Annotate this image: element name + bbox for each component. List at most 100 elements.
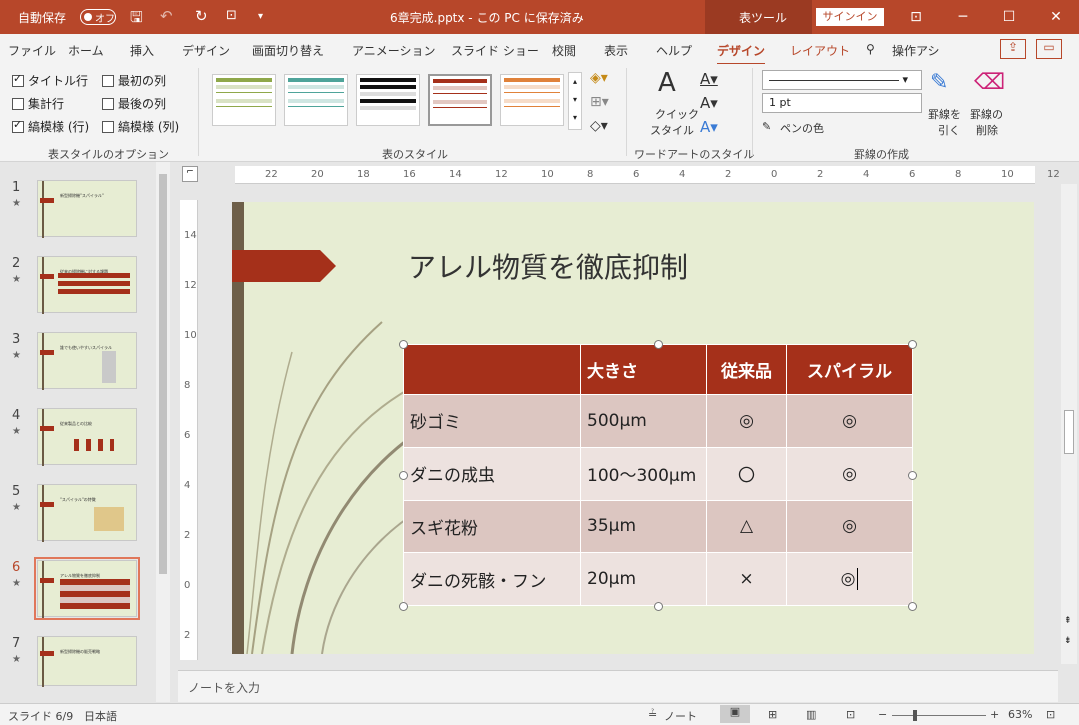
slide-thumbnail-5[interactable]: "スパイラル"の特徴 bbox=[37, 484, 137, 542]
pen-color-button[interactable]: ペンの色 bbox=[780, 120, 824, 136]
resize-handle[interactable] bbox=[908, 602, 917, 611]
close-button[interactable]: ✕ bbox=[1033, 0, 1079, 34]
total-row-checkbox[interactable]: 集計行 bbox=[12, 95, 64, 112]
header-row-checkbox[interactable]: タイトル行 bbox=[12, 72, 88, 89]
tab-design[interactable]: デザイン bbox=[182, 42, 230, 59]
eraser-label2[interactable]: 削除 bbox=[976, 122, 998, 138]
minimize-button[interactable]: ─ bbox=[940, 0, 986, 34]
comments-icon[interactable]: ▭ bbox=[1036, 39, 1062, 59]
notes-toggle[interactable]: ノート bbox=[664, 708, 697, 724]
table-cell[interactable]: 500μm bbox=[580, 394, 707, 448]
resize-handle[interactable] bbox=[399, 340, 408, 349]
pen-color-icon[interactable]: ✎ bbox=[762, 120, 771, 133]
slide-thumbnail-6[interactable]: アレル物質を徹底抑制 bbox=[34, 557, 140, 620]
table-cell[interactable]: △ bbox=[706, 499, 787, 554]
table-cell[interactable]: 砂ゴミ bbox=[403, 394, 581, 448]
zoom-out-icon[interactable]: − bbox=[878, 708, 887, 721]
slide-title[interactable]: アレル物質を徹底抑制 bbox=[408, 246, 688, 286]
borders-icon[interactable]: ⊞▾ bbox=[590, 94, 609, 110]
last-column-checkbox[interactable]: 最後の列 bbox=[102, 95, 166, 112]
table-style-olive[interactable] bbox=[212, 74, 276, 126]
resize-handle[interactable] bbox=[908, 340, 917, 349]
autosave-toggle[interactable]: オフ bbox=[80, 9, 116, 25]
qat-customize-icon[interactable]: ▾ bbox=[258, 11, 263, 22]
quick-style-label2[interactable]: スタイル bbox=[650, 122, 694, 138]
header-cell[interactable] bbox=[403, 344, 581, 395]
table-cell[interactable]: ◎ bbox=[786, 499, 913, 554]
maximize-button[interactable]: ☐ bbox=[986, 0, 1032, 34]
share-icon[interactable]: ⇪ bbox=[1000, 39, 1026, 59]
slide-scrollbar[interactable]: ⇞ ⇟ bbox=[1061, 184, 1077, 664]
tab-animations[interactable]: アニメーション bbox=[352, 42, 436, 59]
slide-thumbnail-7[interactable]: 新型掃除機の販売戦略 bbox=[37, 636, 137, 687]
fit-slide-icon[interactable]: ⊡ bbox=[1046, 708, 1055, 721]
table-cell[interactable]: 〇 bbox=[706, 446, 787, 501]
table-cell[interactable]: ◎ bbox=[786, 446, 913, 501]
tab-transitions[interactable]: 画面切り替え bbox=[252, 42, 324, 59]
table-cell[interactable]: ◎ bbox=[786, 394, 913, 448]
table-cell[interactable]: 20μm bbox=[580, 552, 707, 606]
notes-icon[interactable]: ≟ bbox=[648, 708, 657, 721]
table-cell[interactable]: ◎ bbox=[786, 552, 913, 606]
eraser-icon[interactable]: ⌫ bbox=[974, 70, 1005, 95]
header-cell[interactable]: スパイラル bbox=[786, 344, 913, 395]
tab-view[interactable]: 表示 bbox=[604, 42, 628, 59]
zoom-slider[interactable] bbox=[892, 715, 986, 716]
tab-table-layout[interactable]: レイアウト bbox=[790, 42, 850, 59]
shading-icon[interactable]: ◈▾ bbox=[590, 70, 608, 86]
tab-help[interactable]: ヘルプ bbox=[656, 42, 692, 59]
search-icon[interactable]: ⚲ bbox=[866, 42, 875, 56]
undo-icon[interactable]: ↶ bbox=[160, 7, 173, 25]
slide-thumbnail-4[interactable]: 従来製品との比較 bbox=[37, 408, 137, 466]
table-cell[interactable]: スギ花粉 bbox=[403, 499, 581, 554]
sorter-view-icon[interactable]: ⊞ bbox=[768, 708, 777, 721]
eraser-label1[interactable]: 罫線の bbox=[970, 106, 1003, 122]
resize-handle[interactable] bbox=[399, 602, 408, 611]
ribbon-display-icon[interactable]: ⊡ bbox=[893, 0, 939, 34]
pen-weight-dropdown[interactable]: 1 pt bbox=[762, 93, 922, 113]
scroll-thumb[interactable] bbox=[1064, 410, 1074, 454]
table-cell[interactable]: ◎ bbox=[706, 394, 787, 448]
tab-slideshow[interactable]: スライド ショー bbox=[451, 42, 539, 59]
table-cell[interactable]: ダニの死骸・フン bbox=[403, 552, 581, 606]
quick-style-icon[interactable]: A bbox=[658, 68, 676, 98]
ruler-corner[interactable]: ⌐ bbox=[182, 166, 198, 182]
slide-table[interactable]: 大きさ 従来品 スパイラル 砂ゴミ 500μm ◎ ◎ ダニの成虫 100〜30… bbox=[403, 344, 913, 606]
normal-view-icon[interactable]: ▣ bbox=[720, 705, 750, 723]
redo-icon[interactable]: ↻ bbox=[195, 7, 208, 25]
slide-thumbnail-1[interactable]: 新型掃除機"スパイラル" bbox=[37, 180, 137, 238]
table-style-teal[interactable] bbox=[284, 74, 348, 126]
resize-handle[interactable] bbox=[654, 602, 663, 611]
next-slide-icon[interactable]: ⇟ bbox=[1064, 636, 1072, 646]
signin-button[interactable]: サインイン bbox=[816, 8, 884, 26]
draw-table-label2[interactable]: 引く bbox=[938, 122, 960, 138]
horizontal-ruler[interactable]: 22 20 18 16 14 12 10 8 6 4 2 0 2 4 6 8 10 12 bbox=[235, 166, 1060, 184]
vertical-ruler[interactable]: 14 12 10 8 6 4 2 0 2 bbox=[180, 200, 198, 660]
slide-thumbnail-2[interactable]: 従来の掃除機に対する課題 bbox=[37, 256, 137, 314]
draw-table-label1[interactable]: 罫線を bbox=[928, 106, 961, 122]
zoom-in-icon[interactable]: + bbox=[990, 708, 999, 721]
gallery-scroll[interactable]: ▴ ▾ ▾ bbox=[568, 72, 582, 130]
header-cell[interactable]: 大きさ bbox=[580, 344, 707, 395]
tab-table-design[interactable]: デザイン bbox=[717, 42, 766, 65]
save-icon[interactable]: 🖫 bbox=[130, 7, 143, 32]
resize-handle[interactable] bbox=[399, 471, 408, 480]
table-cell[interactable]: 35μm bbox=[580, 499, 707, 554]
tell-me-search[interactable]: 操作アシ bbox=[892, 42, 940, 59]
prev-slide-icon[interactable]: ⇞ bbox=[1064, 616, 1072, 626]
table-cell[interactable]: 100〜300μm bbox=[580, 446, 707, 501]
thumbnail-scrollbar[interactable] bbox=[156, 162, 170, 702]
tab-home[interactable]: ホーム bbox=[68, 42, 104, 59]
tab-review[interactable]: 校閲 bbox=[552, 42, 576, 59]
resize-handle[interactable] bbox=[908, 471, 917, 480]
table-style-black[interactable] bbox=[356, 74, 420, 126]
slideshow-view-icon[interactable]: ⊡ bbox=[846, 708, 855, 721]
zoom-slider-thumb[interactable] bbox=[913, 710, 917, 721]
table-style-orange[interactable] bbox=[500, 74, 564, 126]
text-effects-icon[interactable]: A▾ bbox=[700, 118, 718, 136]
pen-style-dropdown[interactable]: ▾ bbox=[762, 70, 922, 90]
zoom-level[interactable]: 63% bbox=[1008, 708, 1032, 721]
table-cell[interactable]: ダニの成虫 bbox=[403, 446, 581, 501]
text-fill-icon[interactable]: A▾ bbox=[700, 70, 718, 88]
table-style-red-selected[interactable] bbox=[428, 74, 492, 126]
